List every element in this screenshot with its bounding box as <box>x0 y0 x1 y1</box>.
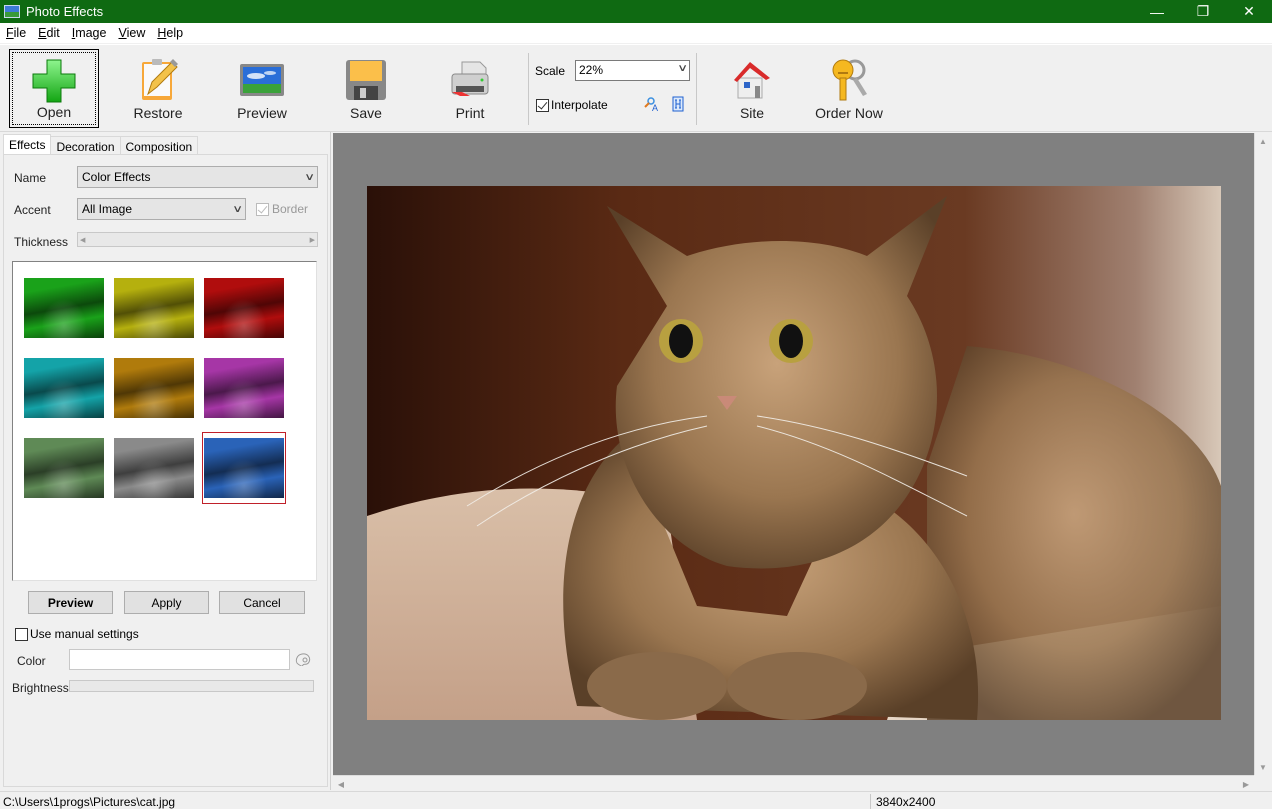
effects-gallery <box>12 261 317 581</box>
zoom-text-icon[interactable]: A <box>644 96 660 112</box>
open-label: Open <box>36 104 72 120</box>
plus-icon <box>32 59 76 103</box>
effect-thumbnail-sage[interactable] <box>24 438 104 498</box>
fit-page-icon[interactable] <box>670 96 686 112</box>
arrow-left-icon[interactable]: ◀ <box>80 236 85 244</box>
save-button[interactable]: Save <box>321 49 411 128</box>
floppy-disk-icon <box>346 60 386 100</box>
scroll-up-icon[interactable]: ▲ <box>1255 133 1271 149</box>
menu-view[interactable]: View <box>112 26 151 40</box>
apply-button[interactable]: Apply <box>124 591 209 614</box>
border-check-box[interactable] <box>256 202 269 216</box>
scale-label: Scale <box>535 64 566 78</box>
manual-settings-check-box[interactable] <box>15 627 28 641</box>
menu-file[interactable]: File <box>0 26 32 40</box>
color-picker-icon[interactable] <box>295 652 311 666</box>
effect-thumbnail-cyan[interactable] <box>24 358 104 418</box>
site-button[interactable]: Site <box>707 49 797 128</box>
effect-thumbnail-grayscale[interactable] <box>114 438 194 498</box>
effect-name-dropdown[interactable]: Color Effects ∨ <box>77 166 318 188</box>
image-dimensions: 3840x2400 <box>876 795 936 809</box>
color-label: Color <box>17 654 46 668</box>
notepad-pencil-icon <box>142 59 178 100</box>
effect-thumbnail-red[interactable] <box>204 278 284 338</box>
order-now-button[interactable]: Order Now <box>804 49 894 128</box>
restore-label: Restore <box>133 105 183 121</box>
chevron-down-icon: ∨ <box>231 203 243 215</box>
effect-thumbnail-green[interactable] <box>24 278 104 338</box>
landscape-picture-icon <box>240 64 284 96</box>
window-title: Photo Effects <box>26 4 104 19</box>
scroll-right-icon[interactable]: ▶ <box>1238 776 1254 792</box>
manual-settings-label: Use manual settings <box>30 627 139 641</box>
border-checkbox[interactable]: Border <box>256 202 308 216</box>
menu-help[interactable]: Help <box>151 26 189 40</box>
minimize-button[interactable]: — <box>1134 0 1180 23</box>
brightness-slider[interactable] <box>69 680 314 692</box>
chevron-down-icon: ∨ <box>676 63 688 74</box>
menu-bar: File Edit Image View Help <box>0 23 1272 43</box>
toolbar-separator <box>528 53 529 125</box>
accent-value: All Image <box>82 202 133 216</box>
name-label: Name <box>14 171 47 185</box>
save-label: Save <box>350 105 382 121</box>
title-bar: Photo Effects — ❐ ✕ <box>0 0 1272 23</box>
scroll-left-icon[interactable]: ◀ <box>333 776 349 792</box>
toolbar: Open Restore Preview Save Print Scale 22… <box>0 44 1272 132</box>
status-separator <box>870 794 871 809</box>
restore-button[interactable]: ❐ <box>1180 0 1226 23</box>
scale-value: 22% <box>579 63 604 77</box>
toolbar-separator <box>696 53 697 125</box>
svg-text:A: A <box>652 103 658 112</box>
preview-label: Preview <box>237 105 287 121</box>
border-label: Border <box>272 202 309 216</box>
accent-dropdown[interactable]: All Image ∨ <box>77 198 246 220</box>
brightness-label: Brightness <box>12 681 69 695</box>
house-icon <box>734 62 770 99</box>
horizontal-scrollbar[interactable]: ◀ ▶ <box>333 775 1254 792</box>
effect-thumbnail-magenta[interactable] <box>204 358 284 418</box>
scale-dropdown[interactable]: 22% ∨ <box>575 60 690 81</box>
restore-toolbar-button[interactable]: Restore <box>113 49 203 128</box>
keys-icon <box>832 59 867 101</box>
effect-thumbnail-orange[interactable] <box>114 358 194 418</box>
close-button[interactable]: ✕ <box>1226 0 1272 23</box>
effect-thumbnail-blue[interactable] <box>202 432 286 504</box>
cat-image <box>367 186 1221 720</box>
effect-name-value: Color Effects <box>82 170 151 184</box>
interpolate-label: Interpolate <box>551 98 608 112</box>
app-icon <box>4 5 20 18</box>
cancel-button[interactable]: Cancel <box>219 591 305 614</box>
printer-icon <box>451 61 489 96</box>
menu-image[interactable]: Image <box>66 26 113 40</box>
thickness-label: Thickness <box>14 235 69 249</box>
status-bar: C:\Users\1progs\Pictures\cat.jpg 3840x24… <box>0 791 1272 809</box>
scroll-down-icon[interactable]: ▼ <box>1255 759 1271 775</box>
preview-button[interactable]: Preview <box>28 591 113 614</box>
menu-edit[interactable]: Edit <box>32 26 66 40</box>
color-field[interactable] <box>69 649 290 670</box>
cat-photo <box>367 186 1221 720</box>
manual-settings-checkbox[interactable]: Use manual settings <box>15 627 139 641</box>
chevron-down-icon: ∨ <box>303 171 315 183</box>
open-button[interactable]: Open <box>9 49 99 128</box>
print-label: Print <box>455 105 485 121</box>
site-label: Site <box>739 105 765 121</box>
file-path: C:\Users\1progs\Pictures\cat.jpg <box>3 795 176 809</box>
accent-label: Accent <box>14 203 51 217</box>
arrow-right-icon[interactable]: ▶ <box>310 236 315 244</box>
print-button[interactable]: Print <box>425 49 515 128</box>
interpolate-check-box[interactable] <box>536 98 549 112</box>
preview-toolbar-button[interactable]: Preview <box>217 49 307 128</box>
thickness-slider[interactable]: ◀ ▶ <box>77 232 318 247</box>
vertical-scrollbar[interactable]: ▲ ▼ <box>1254 133 1271 775</box>
effect-thumbnail-yellow[interactable] <box>114 278 194 338</box>
interpolate-checkbox[interactable]: Interpolate <box>536 98 608 112</box>
order-now-label: Order Now <box>815 105 883 121</box>
